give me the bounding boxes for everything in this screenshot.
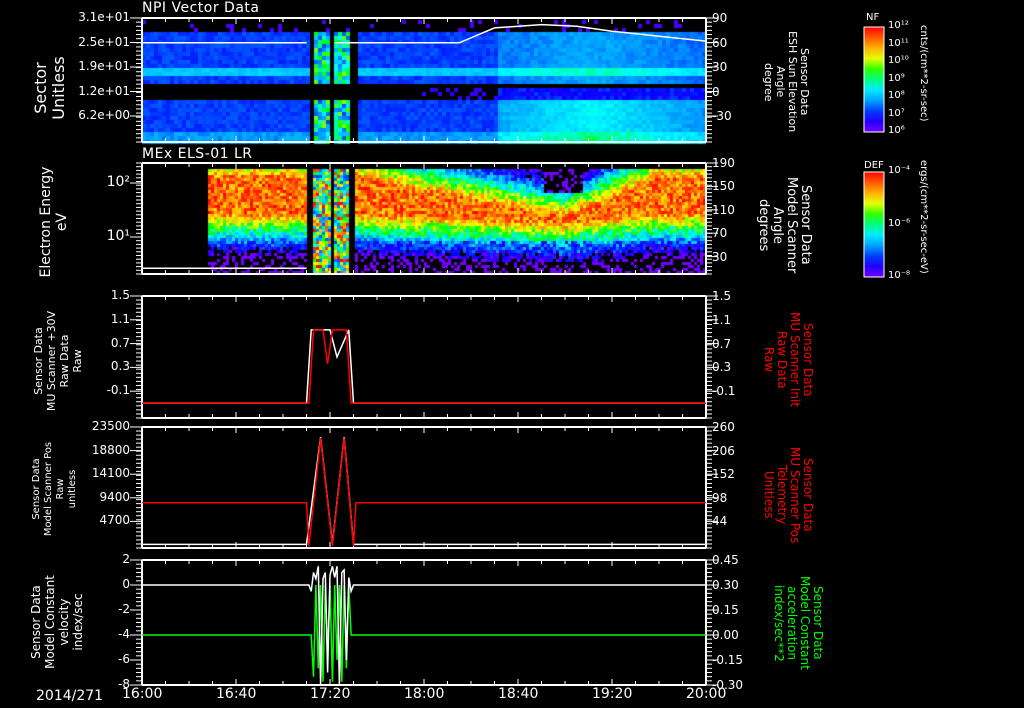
y-tick-label: 23500	[91, 419, 130, 433]
mu-scanner-30v-line	[142, 329, 706, 404]
colorbar1-tick: 10¹²	[888, 20, 909, 31]
y2-tick-label: 98	[712, 490, 728, 505]
y-tick-label: 2	[122, 552, 130, 566]
y-tick-label: 1.5	[110, 288, 130, 302]
y2-tick-label: 0.00	[712, 628, 739, 642]
y-tick-label: -0.1	[106, 383, 130, 398]
y-tick-label: 6.2e+00	[78, 108, 130, 122]
y2-tick-label: 30	[712, 249, 728, 264]
y2-tick-label: 0.7	[712, 336, 732, 351]
x-tick-label: 18:00	[404, 686, 445, 702]
y2-tick-label: 90	[712, 11, 728, 25]
y2-tick-label: 44	[712, 514, 728, 529]
y2-tick-label: 110	[712, 202, 735, 217]
y-tick-label: 3.1e+01	[78, 10, 130, 24]
panel1-title: NPI Vector Data	[142, 0, 260, 16]
y2-tick-label: 150	[712, 179, 735, 194]
mu-scanner-init-line	[142, 329, 706, 404]
y-tick-label: 14100	[91, 466, 130, 481]
panel3-y2label: Sensor Data MU Scanner Init Raw Data Raw	[762, 312, 815, 408]
y-tick-label: 9400	[99, 489, 130, 504]
x-tick-label: 16:40	[216, 686, 257, 702]
y-tick-label: 10¹	[106, 228, 130, 244]
colorbar1-tick: 10⁷	[888, 107, 905, 119]
y2-tick-label: 0.3	[712, 360, 732, 375]
colorbar2-tick: 10⁻⁶	[888, 218, 911, 229]
colorbar1-tick: 10⁹	[888, 72, 905, 84]
colorbar2-unit: ergs/(cm**2-sr-sec-eV)	[918, 160, 929, 274]
colorbar2-tick: 10⁻⁴	[888, 165, 911, 176]
panel5-ylabel: Sensor Data Model Constant velocity index/s…	[29, 575, 85, 669]
y-tick-label: -8	[118, 677, 130, 691]
y-tick-label: 0.3	[110, 359, 130, 374]
colorbar2-title: DEF	[864, 160, 884, 171]
mu-scanner-pos-line	[142, 438, 706, 546]
x-tick-label: 18:40	[498, 686, 539, 702]
colorbar2	[863, 171, 885, 278]
model-scanner-pos-line	[142, 437, 706, 546]
x-tick-label: 16:00	[122, 686, 163, 702]
y-tick-label: 2.5e+01	[78, 34, 130, 49]
plot-axes	[130, 17, 885, 686]
y2-tick-label: 60	[712, 35, 728, 50]
y-tick-label: -4	[118, 627, 130, 641]
y2-tick-label: 190	[712, 156, 735, 170]
date-label: 2014/271	[36, 688, 104, 704]
y2-tick-label: 0.15	[712, 603, 739, 617]
colorbar1-title: NF	[866, 12, 880, 23]
y2-tick-label: 0.45	[712, 553, 739, 567]
y-tick-label: 0	[122, 577, 130, 591]
colorbar1-tick: 10¹⁰	[888, 55, 909, 66]
y2-tick-label: 1.5	[712, 289, 732, 303]
y2-tick-label: 260	[712, 420, 735, 434]
colorbar2-tick: 10⁻⁸	[888, 270, 911, 281]
colorbar1-tick: 10⁸	[888, 90, 905, 101]
colorbar1-tick: 10⁶	[888, 125, 905, 136]
acceleration-line	[142, 584, 706, 682]
panel2-y2label: Sensor Data Model Scanner Angle degrees	[756, 176, 813, 274]
colorbar1-unit: cnts/(cm**2-sr-sec)	[918, 25, 929, 122]
x-tick-label: 20:00	[686, 686, 727, 702]
y-tick-label: 1.1	[110, 311, 130, 326]
panel1-y2label: Sensor Data ESH Sun Elevation Angle degree	[762, 31, 811, 133]
y-tick-label: -2	[118, 602, 130, 616]
y2-tick-label: -0.15	[712, 653, 744, 667]
velocity-line	[142, 566, 706, 686]
y2-tick-label: 206	[712, 443, 735, 458]
y2-tick-label: 0.30	[712, 578, 739, 592]
y-tick-label: 10²	[106, 174, 130, 190]
x-tick-label: 17:20	[310, 686, 351, 702]
y2-tick-label: -30	[712, 109, 732, 123]
y-tick-label: 18800	[91, 442, 130, 457]
y2-tick-label: 70	[712, 226, 728, 241]
y2-tick-label: 0	[712, 84, 720, 99]
y2-tick-label: 30	[712, 60, 728, 74]
y-tick-label: 1.9e+01	[78, 59, 130, 73]
x-tick-label: 19:20	[592, 686, 633, 702]
colorbar1	[863, 26, 885, 133]
y-tick-label: 4700	[99, 513, 130, 528]
y-tick-label: 1.2e+01	[78, 83, 130, 98]
y-tick-label: -6	[118, 652, 130, 666]
panel5-y2label: Sensor Data Model Constant acceleration ind…	[772, 576, 825, 670]
panel4-y2label: Sensor Data MU Scanner Pos Telemetry Unitle…	[762, 446, 815, 544]
y2-tick-label: 1.1	[712, 312, 732, 327]
y2-tick-label: 152	[712, 467, 735, 482]
y2-tick-label: -0.1	[712, 384, 736, 399]
panel2-title: MEx ELS-01 LR	[142, 146, 253, 162]
sun-elevation-line	[142, 23, 707, 44]
colorbar1-tick: 10¹¹	[888, 37, 909, 49]
y-tick-label: 0.7	[110, 335, 130, 350]
